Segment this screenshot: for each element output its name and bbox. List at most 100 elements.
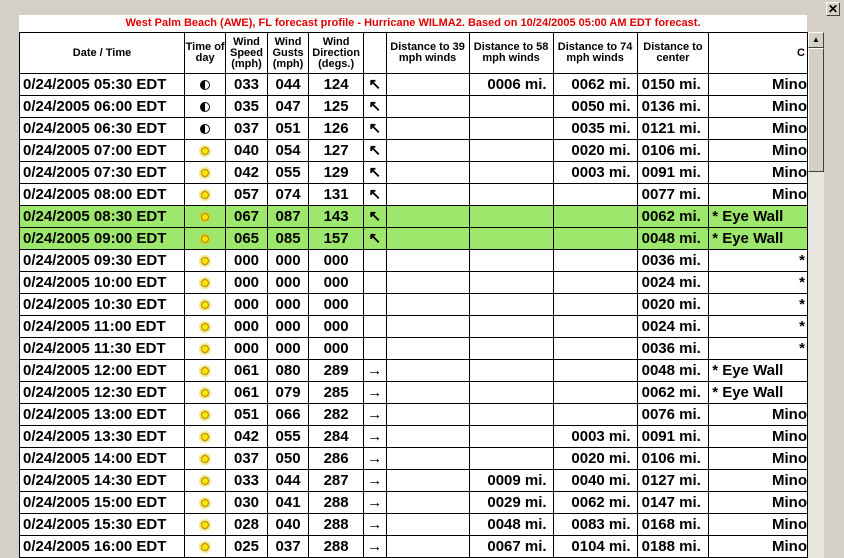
close-button[interactable]: ✕	[826, 2, 840, 16]
dist-74-cell: 0104 mi.	[552, 535, 638, 558]
direction-arrow-cell: →	[362, 403, 387, 426]
datetime-cell: 0/24/2005 06:30 EDT	[19, 117, 186, 140]
condition-cell: Mino	[708, 139, 808, 162]
col-header-wind-speed[interactable]: Wind Speed (mph)	[225, 32, 268, 74]
datetime-cell: 0/24/2005 07:30 EDT	[19, 161, 186, 184]
table-row[interactable]: 0/24/2005 06:00 EDT 035 047 125 ↖ 0050 mi. 013…	[19, 95, 808, 118]
table-row[interactable]: 0/24/2005 16:00 EDT 025 037 288 → 0067 mi. 010…	[19, 535, 808, 558]
table-row[interactable]: 0/24/2005 13:30 EDT 042 055 284 → 0003 mi. 009…	[19, 425, 808, 448]
table-row[interactable]: 0/24/2005 14:00 EDT 037 050 286 → 0020 mi. 010…	[19, 447, 808, 470]
scroll-up-button[interactable]: ▲	[808, 32, 824, 48]
table-row[interactable]: 0/24/2005 10:00 EDT 000 000 000 0024 mi. *	[19, 271, 808, 294]
dist-58-cell	[468, 381, 554, 404]
col-header-wind-gusts[interactable]: Wind Gusts (mph)	[266, 32, 310, 74]
datetime-cell: 0/24/2005 10:00 EDT	[19, 271, 186, 294]
table-row[interactable]: 0/24/2005 07:00 EDT 040 054 127 ↖ 0020 mi. 010…	[19, 139, 808, 162]
condition-cell: * Eye Wall	[708, 205, 808, 228]
dist-39-cell	[385, 359, 470, 382]
datetime-cell: 0/24/2005 05:30 EDT	[19, 73, 186, 96]
table-row[interactable]: 0/24/2005 07:30 EDT 042 055 129 ↖ 0003 mi. 009…	[19, 161, 808, 184]
condition-cell: Mino	[708, 513, 808, 536]
dist-center-cell: 0106 mi.	[636, 139, 710, 162]
time-of-day-cell	[184, 205, 227, 228]
condition-cell: *	[708, 293, 808, 316]
sun-icon	[201, 147, 210, 156]
datetime-cell: 0/24/2005 11:00 EDT	[19, 315, 186, 338]
table-row[interactable]: 0/24/2005 12:00 EDT 061 080 289 → 0048 mi. * E…	[19, 359, 808, 382]
col-header-condition[interactable]: C	[708, 32, 808, 74]
wind-arrow-icon: ↖	[368, 208, 382, 225]
wind-speed-cell: 057	[225, 183, 268, 206]
time-of-day-cell	[184, 249, 227, 272]
col-header-dist-39[interactable]: Distance to 39 mph winds	[385, 32, 470, 74]
wind-gusts-cell: 037	[266, 535, 310, 558]
table-row[interactable]: 0/24/2005 08:30 EDT 067 087 143 ↖ 0062 mi. * E…	[19, 205, 808, 228]
table-row[interactable]: 0/24/2005 13:00 EDT 051 066 282 → 0076 mi. Min…	[19, 403, 808, 426]
wind-direction-cell: 288	[308, 491, 364, 514]
dist-58-cell	[468, 315, 554, 338]
dist-39-cell	[385, 271, 470, 294]
datetime-cell: 0/24/2005 08:30 EDT	[19, 205, 186, 228]
time-of-day-cell	[184, 95, 227, 118]
table-row[interactable]: 0/24/2005 11:00 EDT 000 000 000 0024 mi. *	[19, 315, 808, 338]
col-header-time-of-day[interactable]: Time of day	[184, 32, 227, 74]
dist-58-cell: 0067 mi.	[468, 535, 554, 558]
col-header-arrow[interactable]	[362, 32, 387, 74]
dist-39-cell	[385, 293, 470, 316]
col-header-dist-58[interactable]: Distance to 58 mph winds	[468, 32, 554, 74]
direction-arrow-cell: ↖	[362, 139, 387, 162]
dist-74-cell: 0020 mi.	[552, 447, 638, 470]
scroll-thumb[interactable]	[808, 48, 824, 172]
wind-speed-cell: 037	[225, 117, 268, 140]
sun-icon	[201, 213, 210, 222]
table-row[interactable]: 0/24/2005 09:00 EDT 065 085 157 ↖ 0048 mi. * E…	[19, 227, 808, 250]
dist-center-cell: 0136 mi.	[636, 95, 710, 118]
dist-center-cell: 0036 mi.	[636, 337, 710, 360]
table-row[interactable]: 0/24/2005 10:30 EDT 000 000 000 0020 mi. *	[19, 293, 808, 316]
header-row: Date / Time Time of day Wind Speed (mph)…	[19, 32, 808, 74]
dist-74-cell: 0003 mi.	[552, 425, 638, 448]
wind-direction-cell: 288	[308, 513, 364, 536]
table-row[interactable]: 0/24/2005 15:00 EDT 030 041 288 → 0029 mi. 006…	[19, 491, 808, 514]
dist-center-cell: 0091 mi.	[636, 425, 710, 448]
col-header-dist-74[interactable]: Distance to 74 mph winds	[552, 32, 638, 74]
sun-icon	[201, 169, 210, 178]
direction-arrow-cell: →	[362, 425, 387, 448]
sun-icon	[201, 543, 210, 552]
wind-speed-cell: 037	[225, 447, 268, 470]
wind-arrow-icon: →	[367, 538, 383, 555]
wind-gusts-cell: 047	[266, 95, 310, 118]
table-row[interactable]: 0/24/2005 12:30 EDT 061 079 285 → 0062 mi. * E…	[19, 381, 808, 404]
time-of-day-cell	[184, 425, 227, 448]
wind-arrow-icon: ↖	[368, 230, 382, 247]
wind-speed-cell: 033	[225, 469, 268, 492]
table-row[interactable]: 0/24/2005 14:30 EDT 033 044 287 → 0009 mi. 004…	[19, 469, 808, 492]
table-row[interactable]: 0/24/2005 08:00 EDT 057 074 131 ↖ 0077 mi. Min…	[19, 183, 808, 206]
col-header-wind-direction[interactable]: Wind Direction (degs.)	[308, 32, 364, 74]
dist-74-cell	[552, 359, 638, 382]
table-row[interactable]: 0/24/2005 11:30 EDT 000 000 000 0036 mi. *	[19, 337, 808, 360]
table-row[interactable]: 0/24/2005 05:30 EDT 033 044 124 ↖ 0006 mi. 006…	[19, 73, 808, 96]
dist-58-cell	[468, 117, 554, 140]
dist-74-cell: 0083 mi.	[552, 513, 638, 536]
direction-arrow-cell: ↖	[362, 227, 387, 250]
table-row[interactable]: 0/24/2005 15:30 EDT 028 040 288 → 0048 mi. 008…	[19, 513, 808, 536]
dist-39-cell	[385, 73, 470, 96]
table-row[interactable]: 0/24/2005 06:30 EDT 037 051 126 ↖ 0035 mi. 012…	[19, 117, 808, 140]
direction-arrow-cell: →	[362, 359, 387, 382]
dist-74-cell: 0062 mi.	[552, 73, 638, 96]
wind-gusts-cell: 000	[266, 293, 310, 316]
vertical-scrollbar[interactable]: ▲	[808, 32, 824, 558]
col-header-datetime[interactable]: Date / Time	[19, 32, 186, 74]
dist-center-cell: 0121 mi.	[636, 117, 710, 140]
dist-74-cell	[552, 227, 638, 250]
wind-speed-cell: 042	[225, 161, 268, 184]
wind-arrow-icon: ↖	[368, 120, 382, 137]
datetime-cell: 0/24/2005 12:30 EDT	[19, 381, 186, 404]
table-row[interactable]: 0/24/2005 09:30 EDT 000 000 000 0036 mi. *	[19, 249, 808, 272]
wind-gusts-cell: 087	[266, 205, 310, 228]
dist-74-cell: 0040 mi.	[552, 469, 638, 492]
wind-direction-cell: 129	[308, 161, 364, 184]
col-header-dist-center[interactable]: Distance to center	[636, 32, 710, 74]
half-moon-icon	[200, 80, 211, 91]
